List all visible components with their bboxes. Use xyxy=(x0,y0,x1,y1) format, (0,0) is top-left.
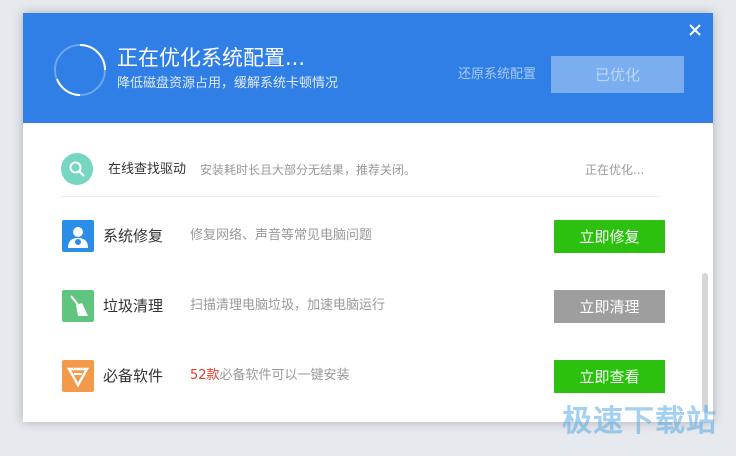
watermark: 极速下载站 xyxy=(562,404,717,439)
junk-clean-description: 扫描清理电脑垃圾，加速电脑运行 xyxy=(190,298,386,313)
list-item-system-repair: 系统修复 修复网络、声音等常见电脑问题 立即修复 xyxy=(62,216,672,256)
page-subtitle: 降低磁盘资源占用，缓解系统卡顿情况 xyxy=(117,76,339,91)
driver-search-row: 在线查找驱动 安装耗时长且大部分无结果，推荐关闭。 正在优化... xyxy=(61,137,661,197)
system-repair-icon xyxy=(62,220,94,252)
repair-now-button[interactable]: 立即修复 xyxy=(554,220,665,253)
loading-spinner-icon xyxy=(54,44,106,96)
software-count: 52款 xyxy=(190,368,220,383)
search-icon xyxy=(61,153,93,185)
scrollbar[interactable] xyxy=(702,273,709,422)
scrollbar-thumb[interactable] xyxy=(702,273,708,413)
system-repair-description: 修复网络、声音等常见电脑问题 xyxy=(190,228,373,243)
essential-software-name: 必备软件 xyxy=(103,367,164,385)
system-repair-name: 系统修复 xyxy=(103,227,164,245)
view-now-button[interactable]: 立即查看 xyxy=(554,360,665,393)
clean-now-button[interactable]: 立即清理 xyxy=(554,290,665,323)
essential-software-description: 52款必备软件可以一键安装 xyxy=(190,368,350,384)
header: 正在优化系统配置... 降低磁盘资源占用，缓解系统卡顿情况 还原系统配置 已优化 xyxy=(23,13,713,123)
broom-icon xyxy=(62,290,94,322)
driver-search-name: 在线查找驱动 xyxy=(108,162,187,177)
list-item-essential-software: 必备软件 52款必备软件可以一键安装 立即查看 xyxy=(62,356,672,396)
optimized-button[interactable]: 已优化 xyxy=(551,56,684,93)
optimizer-window: 正在优化系统配置... 降低磁盘资源占用，缓解系统卡顿情况 还原系统配置 已优化… xyxy=(23,13,713,422)
close-icon[interactable] xyxy=(686,21,704,39)
driver-search-description: 安装耗时长且大部分无结果，推荐关闭。 xyxy=(200,163,417,177)
page-title: 正在优化系统配置... xyxy=(117,46,306,70)
restore-config-link[interactable]: 还原系统配置 xyxy=(458,67,536,83)
driver-search-status: 正在优化... xyxy=(585,163,645,177)
content-area: 在线查找驱动 安装耗时长且大部分无结果，推荐关闭。 正在优化... 系统修复 修… xyxy=(23,123,713,422)
software-shield-icon xyxy=(62,360,94,392)
essential-software-description-text: 必备软件可以一键安装 xyxy=(219,368,350,383)
junk-clean-name: 垃圾清理 xyxy=(103,297,164,315)
list-item-junk-clean: 垃圾清理 扫描清理电脑垃圾，加速电脑运行 立即清理 xyxy=(62,286,672,326)
